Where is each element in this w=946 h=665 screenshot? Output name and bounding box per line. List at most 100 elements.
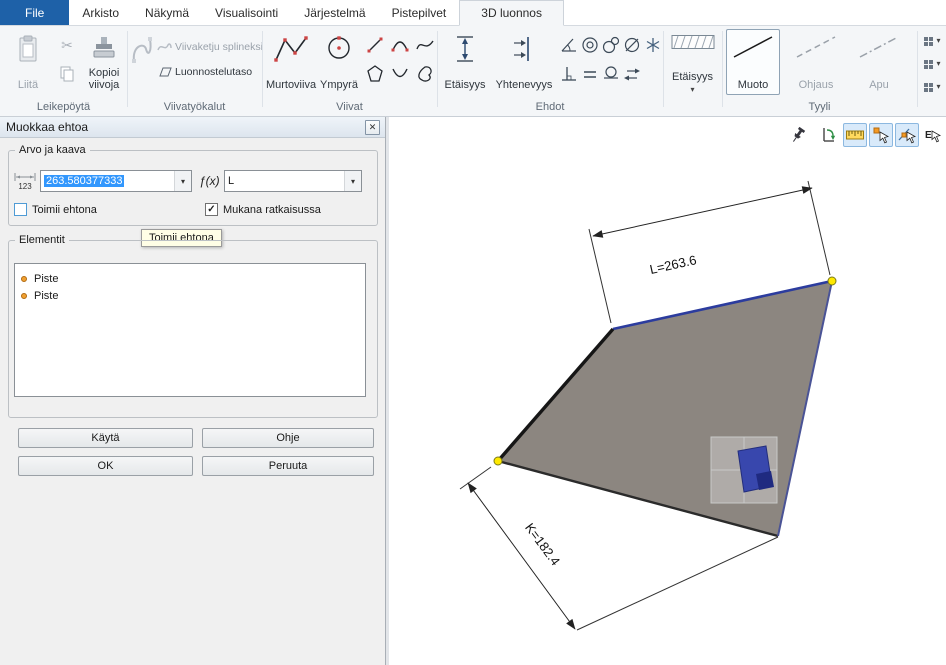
line-segment-icon (365, 35, 385, 55)
symmetry-constraint-button[interactable] (622, 62, 642, 86)
blue-face-dark[interactable] (756, 471, 774, 490)
formula-select[interactable]: L ▾ (224, 170, 362, 192)
dimension-label-l[interactable]: L=263.6 (648, 252, 697, 277)
perpendicular-icon (559, 64, 579, 84)
distance-constraint-button[interactable]: Etäisyys (439, 29, 491, 95)
snap-element-cursor-icon: E (923, 125, 943, 145)
align-view-button[interactable] (817, 123, 841, 147)
value-dropdown-button[interactable]: ▾ (174, 171, 191, 191)
grid-options-button-1[interactable]: ▾ (919, 31, 945, 51)
checkbox-box[interactable] (14, 203, 27, 216)
checkbox-box-checked[interactable]: ✓ (205, 203, 218, 216)
grid-options-button-3[interactable]: ▾ (919, 77, 945, 97)
style-shape-button[interactable]: Muoto (726, 29, 780, 95)
cut-button[interactable]: ✂ (54, 33, 80, 57)
in-solution-checkbox[interactable]: ✓ Mukana ratkaisussa (205, 203, 321, 216)
close-button[interactable]: ✕ (365, 120, 380, 135)
dialog-titlebar[interactable]: Muokkaa ehtoa ✕ (0, 117, 385, 138)
snap-point-button[interactable] (869, 123, 893, 147)
ok-button[interactable]: OK (18, 456, 193, 476)
sketch-polygon[interactable] (498, 281, 832, 536)
chevron-down-icon: ▾ (936, 60, 940, 68)
svg-text:123: 123 (18, 182, 32, 191)
arc-button[interactable] (389, 33, 411, 57)
application-window: File Arkisto Näkymä Visualisointi Järjes… (0, 0, 946, 665)
circle-icon (325, 34, 353, 64)
value-input[interactable]: 263.580377333 ▾ (40, 170, 192, 192)
apply-button[interactable]: Käytä (18, 428, 193, 448)
angle-constraint-button[interactable] (559, 33, 579, 57)
perpendicular-constraint-button[interactable] (559, 62, 579, 86)
circle-button[interactable]: Ympyrä (318, 29, 360, 95)
chevron-down-icon: ▾ (936, 83, 940, 91)
dashed-line-icon (794, 34, 838, 60)
vertex-marker-left[interactable] (494, 457, 502, 465)
grid-options-button-2[interactable]: ▾ (919, 54, 945, 74)
snap-element-button[interactable]: E (921, 123, 945, 147)
check-icon: ✓ (207, 204, 215, 215)
fix-icon (643, 35, 663, 55)
diameter-icon (622, 35, 642, 55)
spline-curve-icon (131, 34, 153, 64)
formula-dropdown-button[interactable]: ▾ (344, 171, 361, 191)
tangent-circles-constraint-button[interactable] (601, 33, 621, 57)
close-icon: ✕ (369, 122, 377, 133)
spline-button[interactable] (414, 33, 436, 57)
parallel-constraint-button[interactable] (580, 62, 600, 86)
tab-nakyma[interactable]: Näkymä (132, 0, 202, 25)
ruler-button[interactable] (843, 123, 867, 147)
tab-3d-luonnos[interactable]: 3D luonnos (459, 0, 564, 26)
dimension-label-k[interactable]: K=182.4 (522, 520, 563, 568)
style-aux-button[interactable]: Apu (852, 29, 906, 95)
spline-icon (415, 35, 435, 55)
fix-constraint-button[interactable] (643, 33, 663, 57)
tab-arkisto[interactable]: Arkisto (69, 0, 132, 25)
sketch-plane-icon (157, 66, 172, 78)
polyline-button[interactable]: Murtoviiva (264, 29, 318, 95)
spline-tool-button[interactable] (129, 29, 155, 95)
concentric-constraint-button[interactable] (580, 33, 600, 57)
copy-button[interactable] (54, 62, 80, 86)
copy-lines-button[interactable]: Kopioi viivoja (82, 29, 126, 95)
measure-distance-label: Etäisyys (672, 71, 713, 83)
vertex-marker-top-right[interactable] (828, 277, 836, 285)
diameter-constraint-button[interactable] (622, 33, 642, 57)
in-solution-label: Mukana ratkaisussa (223, 204, 321, 216)
closed-spline-button[interactable] (414, 62, 436, 86)
snap-line-button[interactable] (895, 123, 919, 147)
coincidence-button[interactable]: Yhtenevyys (493, 29, 555, 95)
solid-line-icon (731, 34, 775, 60)
menubar: File Arkisto Näkymä Visualisointi Järjes… (0, 0, 946, 26)
cancel-button[interactable]: Peruuta (202, 456, 374, 476)
pin-button[interactable] (786, 123, 810, 147)
value-input-text: 263.580377333 (44, 175, 124, 187)
style-control-button[interactable]: Ohjaus (786, 29, 846, 95)
elements-listbox[interactable]: Piste Piste (14, 263, 366, 397)
list-item[interactable]: Piste (15, 270, 365, 287)
tab-jarjestelma[interactable]: Järjestelmä (291, 0, 378, 25)
tab-visualisointi[interactable]: Visualisointi (202, 0, 291, 25)
style-control-label: Ohjaus (799, 79, 834, 91)
arc-three-point-button[interactable] (389, 62, 411, 86)
list-item[interactable]: Piste (15, 287, 365, 304)
help-button[interactable]: Ohje (202, 428, 374, 448)
tangent-constraint-button[interactable] (601, 62, 621, 86)
ruler-hatch-icon (671, 34, 715, 50)
tab-file[interactable]: File (0, 0, 69, 25)
paste-button[interactable]: Liitä (6, 29, 50, 95)
polygon-button[interactable] (364, 62, 386, 86)
ruler-icon (845, 125, 865, 145)
polyline-label: Murtoviiva (266, 79, 316, 91)
line-segment-button[interactable] (364, 33, 386, 57)
drawing-canvas[interactable]: L=263.6 K=182.4 (389, 117, 946, 665)
sketch-plane-button[interactable]: Luonnostelutaso (157, 62, 252, 82)
measure-distance-button[interactable]: Etäisyys ▾ (667, 29, 718, 95)
spline-chain-button[interactable]: Viivaketju splineksi (157, 37, 263, 57)
tangent-icon (601, 64, 621, 84)
ribbon-group-overflow: ▾ ▾ ▾ (917, 26, 946, 116)
coincidence-icon (511, 34, 537, 64)
acts-as-constraint-checkbox[interactable]: Toimii ehtona (14, 203, 97, 216)
tab-pistepilvet[interactable]: Pistepilvet (379, 0, 460, 25)
group-label-style: Tyyli (722, 101, 917, 113)
coincidence-label: Yhtenevyys (496, 79, 553, 91)
